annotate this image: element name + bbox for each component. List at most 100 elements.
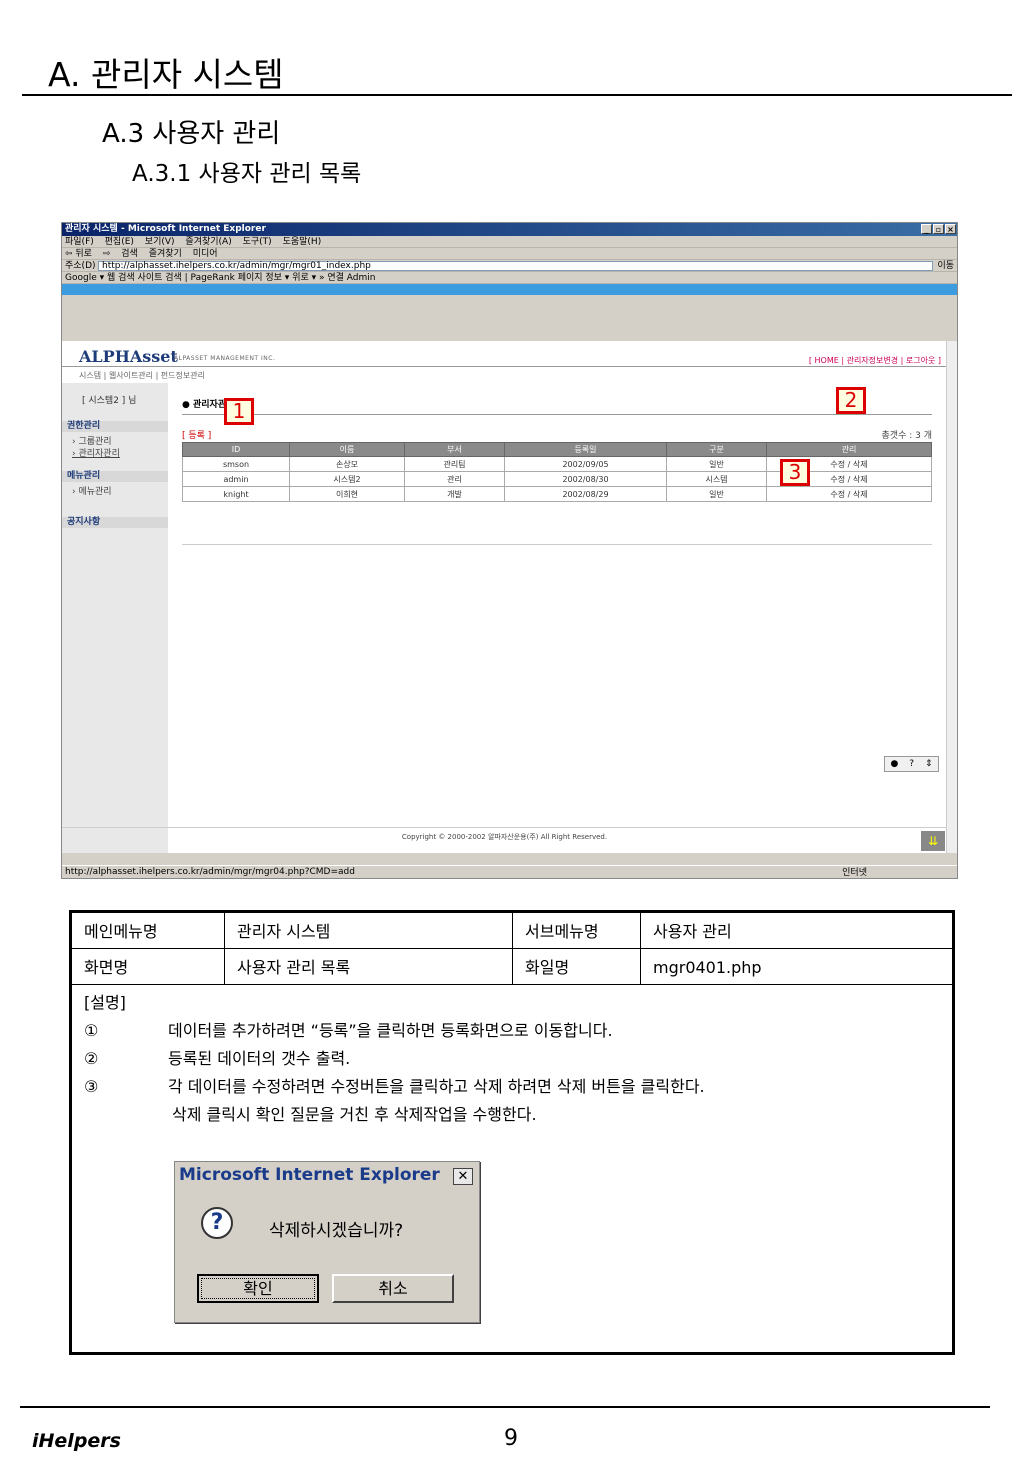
desc-item-text: 등록된 데이터의 갯수 출력. (168, 1049, 351, 1068)
col-manage: 관리 (766, 442, 932, 457)
close-icon[interactable]: ✕ (453, 1168, 473, 1185)
footer-rule (62, 827, 947, 828)
footer-rule (20, 1406, 990, 1408)
favorites-button[interactable]: 즐겨찾기 (149, 249, 182, 259)
cell-id: admin (182, 471, 290, 487)
status-zone: 인터넷 (842, 868, 867, 878)
register-link[interactable]: [ 등록 ] (182, 428, 211, 441)
menu-file[interactable]: 파일(F) (65, 237, 94, 247)
cell-dept: 관리 (404, 471, 505, 487)
menu-favorites[interactable]: 즐겨찾기(A) (185, 237, 231, 247)
table-row: knight 이희현 개발 2002/08/29 일반 수정 / 삭제 (182, 486, 932, 502)
spec-row-menu: 메인메뉴명 관리자 시스템 서브메뉴명 사용자 관리 (72, 913, 952, 949)
sidebar-item-menu[interactable]: 메뉴관리 (62, 471, 168, 482)
site-logo-subtitle: ALPASSET MANAGEMENT INC. (174, 355, 276, 362)
help-icons[interactable]: ● ? ⇕ (884, 756, 939, 772)
cell-date: 2002/08/30 (504, 471, 667, 487)
desc-item-2: ② 등록된 데이터의 갯수 출력. (84, 1045, 944, 1073)
browser-titlebar: 관리자 시스템 - Microsoft Internet Explorer _ … (62, 223, 957, 236)
menu-help[interactable]: 도움말(H) (283, 237, 322, 247)
desc-extra: 삭제 클릭시 확인 질문을 거친 후 삭제작업을 수행한다. (84, 1101, 944, 1129)
close-icon[interactable]: × (945, 224, 956, 234)
globe-icon[interactable]: ● (890, 759, 898, 769)
sidebar-item-auth[interactable]: 권한관리 (62, 421, 168, 432)
cancel-button[interactable]: 취소 (332, 1274, 454, 1303)
description: [설명] ① 데이터를 추가하려면 “등록”을 클릭하면 등록화면으로 이동합니… (84, 989, 944, 1129)
main-menu-label: 메인메뉴명 (72, 913, 225, 949)
browser-toolbar: ⇦ 뒤로 ⇨ 검색 즐겨찾기 미디어 (62, 248, 957, 260)
go-button[interactable]: 이동 (937, 260, 954, 272)
page-top-strip (62, 284, 957, 295)
desc-item-num: ② (84, 1049, 99, 1068)
confirm-dialog: Microsoft Internet Explorer ✕ ? 삭제하시겠습니까… (174, 1161, 480, 1323)
main-menu-value: 관리자 시스템 (225, 913, 513, 949)
file-value: mgr0401.php (653, 958, 762, 977)
desc-title-text: [설명] (84, 993, 126, 1012)
desc-item-3: ③ 각 데이터를 수정하려면 수정버튼을 클릭하고 삭제 하려면 삭제 버튼을 … (84, 1073, 944, 1101)
vertical-scrollbar[interactable] (946, 341, 957, 853)
cell-date: 2002/09/05 (504, 456, 667, 472)
sidebar-item-admins[interactable]: › 관리자관리 (72, 446, 120, 459)
cell-name: 이희현 (289, 486, 405, 502)
desc-title: [설명] (84, 989, 944, 1017)
search-button[interactable]: 검색 (121, 249, 138, 259)
desc-item-num: ① (84, 1021, 99, 1040)
col-id: ID (182, 442, 290, 457)
media-button[interactable]: 미디어 (193, 249, 218, 259)
address-label: 주소(D) (65, 261, 96, 271)
cell-id: knight (182, 486, 290, 502)
sidebar: [ 시스템2 ] 님 권한관리 › 그룹관리 › 관리자관리 메뉴관리 › 메뉴… (62, 383, 168, 853)
site-logo[interactable]: ALPHAsset (79, 347, 178, 366)
user-table: ID 이름 부서 등록일 구분 관리 smson 손상모 관리팀 2002/09… (182, 442, 932, 502)
dialog-title: Microsoft Internet Explorer (179, 1165, 440, 1185)
dialog-titlebar: Microsoft Internet Explorer ✕ (175, 1162, 479, 1189)
subsection-title: A.3.1 사용자 관리 목록 (132, 161, 362, 187)
sub-menu-value: 사용자 관리 (653, 922, 732, 941)
menu-bar: 파일(F) 편집(E) 보기(V) 즐겨찾기(A) 도구(T) 도움말(H) (62, 236, 957, 248)
sidebar-user: [ 시스템2 ] 님 (82, 396, 137, 406)
sidebar-item-menu-manage[interactable]: › 메뉴관리 (72, 484, 112, 497)
web-page: ALPHAsset ALPASSET MANAGEMENT INC. [ HOM… (62, 341, 947, 853)
desc-item-1: ① 데이터를 추가하려면 “등록”을 클릭하면 등록화면으로 이동합니다. (84, 1017, 944, 1045)
cell-name: 시스템2 (289, 471, 405, 487)
desc-item-text: 각 데이터를 수정하려면 수정버튼을 클릭하고 삭제 하려면 삭제 버튼을 클릭… (168, 1077, 705, 1096)
cell-dept: 관리팀 (404, 456, 505, 472)
back-button[interactable]: ⇦ 뒤로 (65, 249, 92, 259)
google-toolbar[interactable]: Google ▾ 웹 검색 사이트 검색 | PageRank 페이지 정보 ▾… (62, 272, 957, 284)
browser-title: 관리자 시스템 - Microsoft Internet Explorer (65, 224, 266, 234)
address-bar: 주소(D) http://alphasset.ihelpers.co.kr/ad… (62, 260, 957, 272)
menu-edit[interactable]: 편집(E) (105, 237, 134, 247)
forward-button[interactable]: ⇨ (103, 249, 111, 259)
edit-delete-links[interactable]: 수정 / 삭제 (766, 486, 932, 502)
section-title: A.3 사용자 관리 (102, 119, 281, 149)
desc-extra-text: 삭제 클릭시 확인 질문을 거친 후 삭제작업을 수행한다. (172, 1105, 537, 1124)
screen-label: 화면명 (72, 949, 225, 985)
top-links[interactable]: [ HOME | 관리자정보변경 | 로그아웃 ] (809, 355, 941, 366)
col-type: 구분 (666, 442, 767, 457)
content-bottom-rule (182, 544, 932, 545)
cell-date: 2002/08/29 (504, 486, 667, 502)
scroll-icon[interactable]: ⇕ (925, 759, 933, 769)
minimize-icon[interactable]: _ (921, 224, 932, 234)
maximize-icon[interactable]: ▫ (933, 224, 944, 234)
dialog-message: 삭제하시겠습니까? (269, 1221, 404, 1241)
content-title-rule (182, 414, 932, 415)
callout-3: 3 (780, 459, 810, 486)
scroll-down-icon[interactable]: ⇊ (921, 831, 945, 851)
help-icon[interactable]: ? (909, 759, 914, 769)
cell-type: 시스템 (666, 471, 767, 487)
chapter-rule (22, 94, 1012, 96)
table-row: smson 손상모 관리팀 2002/09/05 일반 수정 / 삭제 (182, 456, 932, 472)
sidebar-item-notice[interactable]: 공지사항 (62, 517, 168, 528)
file-label: 화일명 (513, 949, 641, 985)
table-row: admin 시스템2 관리 2002/08/30 시스템 수정 / 삭제 (182, 471, 932, 487)
cell-dept: 개발 (404, 486, 505, 502)
top-nav[interactable]: 시스템 | 웹사이트관리 | 펀드정보관리 (79, 370, 205, 381)
menu-tools[interactable]: 도구(T) (243, 237, 272, 247)
address-input[interactable]: http://alphasset.ihelpers.co.kr/admin/mg… (98, 261, 933, 271)
ok-button[interactable]: 확인 (197, 1274, 319, 1303)
chapter-title: A. 관리자 시스템 (48, 55, 284, 94)
menu-view[interactable]: 보기(V) (145, 237, 175, 247)
total-count: 총갯수 : 3 개 (881, 431, 932, 441)
nav-rule (62, 366, 947, 367)
